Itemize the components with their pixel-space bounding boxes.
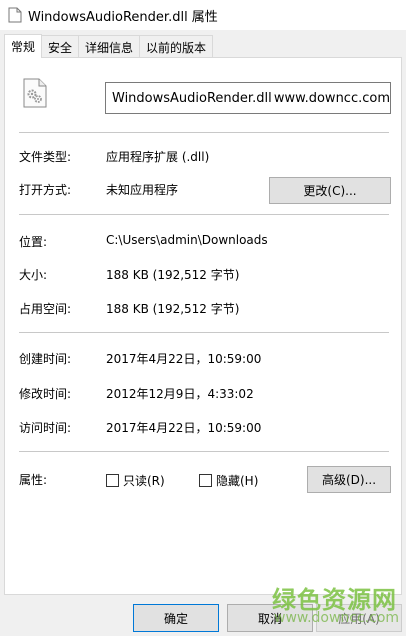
general-panel: WindowsAudioRender.dll www.downcc.com 文件…: [4, 57, 402, 595]
hidden-checkbox-box[interactable]: [199, 474, 212, 487]
dll-gear-icon: [23, 78, 47, 108]
size-value: 188 KB (192,512 字节): [106, 268, 240, 282]
readonly-checkbox-box[interactable]: [106, 474, 119, 487]
size-on-disk-value: 188 KB (192,512 字节): [106, 302, 240, 316]
cancel-button[interactable]: 取消: [227, 604, 313, 632]
location-label: 位置:: [19, 235, 48, 249]
modified-value: 2012年12月9日，4:33:02: [106, 387, 254, 401]
size-on-disk-label: 占用空间:: [19, 302, 72, 316]
attributes-label: 属性:: [19, 473, 48, 487]
readonly-checkbox[interactable]: 只读(R): [106, 472, 165, 489]
document-icon: [8, 7, 22, 23]
location-value: C:\Users\admin\Downloads: [106, 233, 268, 247]
file-name-suffix: www.downcc.com: [273, 90, 390, 106]
tab-security[interactable]: 安全: [41, 35, 80, 58]
tab-details[interactable]: 详细信息: [78, 35, 141, 58]
hidden-checkbox-label: 隐藏(H): [216, 474, 259, 488]
separator: [19, 451, 389, 452]
tab-strip: 常规 安全 详细信息 以前的版本: [0, 34, 406, 58]
separator: [19, 132, 389, 133]
change-button[interactable]: 更改(C)...: [269, 177, 391, 204]
size-label: 大小:: [19, 268, 48, 282]
separator: [19, 214, 389, 215]
tab-previous-versions[interactable]: 以前的版本: [139, 35, 214, 58]
created-value: 2017年4月22日，10:59:00: [106, 352, 262, 366]
file-name-text: WindowsAudioRender.dll: [112, 90, 272, 106]
advanced-button[interactable]: 高级(D)...: [307, 466, 391, 493]
window-title: WindowsAudioRender.dll 属性: [28, 9, 218, 25]
title-bar: WindowsAudioRender.dll 属性: [0, 0, 406, 30]
separator: [19, 332, 389, 333]
hidden-checkbox[interactable]: 隐藏(H): [199, 472, 258, 489]
file-name-input[interactable]: WindowsAudioRender.dll www.downcc.com: [105, 82, 391, 114]
apply-button[interactable]: 应用(A): [316, 604, 402, 632]
accessed-value: 2017年4月22日，10:59:00: [106, 421, 262, 435]
modified-label: 修改时间:: [19, 387, 72, 401]
tab-general[interactable]: 常规: [4, 34, 43, 58]
file-type-label: 文件类型:: [19, 150, 72, 164]
opens-with-value: 未知应用程序: [106, 183, 179, 197]
opens-with-label: 打开方式:: [19, 183, 72, 197]
accessed-label: 访问时间:: [19, 421, 72, 435]
created-label: 创建时间:: [19, 352, 72, 366]
file-type-value: 应用程序扩展 (.dll): [106, 150, 210, 164]
ok-button[interactable]: 确定: [133, 604, 219, 632]
readonly-checkbox-label: 只读(R): [123, 474, 165, 488]
